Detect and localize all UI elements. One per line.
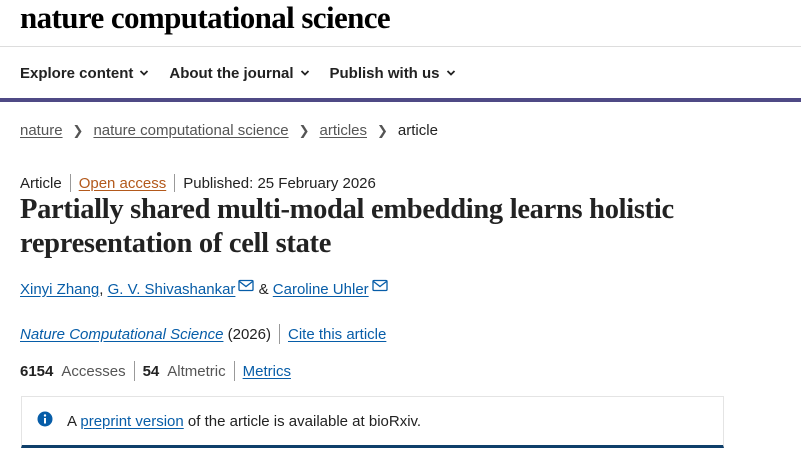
divider xyxy=(233,361,235,381)
notice-suffix: of the article is available at bioRxiv. xyxy=(187,413,422,430)
journal-link[interactable]: Nature Computational Science xyxy=(20,326,223,343)
chevron-right-icon: ❯ xyxy=(377,122,388,138)
publication-year: (2026) xyxy=(227,325,271,343)
citation-row: Nature Computational Science (2026) Cite… xyxy=(20,324,386,344)
divider xyxy=(174,174,176,192)
cite-article-link[interactable]: Cite this article xyxy=(288,326,386,343)
header-divider xyxy=(0,46,801,47)
author-separator: , xyxy=(99,281,104,298)
mail-icon[interactable] xyxy=(372,279,388,292)
open-access-link[interactable]: Open access xyxy=(79,175,167,192)
notice-prefix: A xyxy=(67,413,77,430)
nav-explore-content[interactable]: Explore content xyxy=(20,63,149,83)
accesses-count: 6154 xyxy=(20,362,54,380)
breadcrumb: nature ❯ nature computational science ❯ … xyxy=(20,122,438,139)
nav-about-journal[interactable]: About the journal xyxy=(169,63,309,83)
chevron-right-icon: ❯ xyxy=(298,122,310,138)
divider xyxy=(133,361,135,381)
article-type: Article xyxy=(20,174,62,192)
mail-icon[interactable] xyxy=(238,279,255,292)
accesses-label: Accesses xyxy=(61,362,126,380)
accent-bar xyxy=(0,98,801,102)
chevron-down-icon xyxy=(140,70,149,76)
altmetric-label: Altmetric xyxy=(167,362,226,380)
article-meta: Article Open access Published: 25 Februa… xyxy=(20,174,376,192)
published-date: Published: 25 February 2026 xyxy=(183,174,376,192)
author-link[interactable]: G. V. Shivashankar xyxy=(108,281,236,298)
nav-publish-with-us[interactable]: Publish with us xyxy=(330,63,456,83)
metrics-link[interactable]: Metrics xyxy=(243,363,291,380)
author-list: Xinyi Zhang, G. V. Shivashankar & Caroli… xyxy=(20,279,388,298)
nav-label: Publish with us xyxy=(329,64,440,82)
chevron-down-icon xyxy=(300,70,309,76)
breadcrumb-journal[interactable]: nature computational science xyxy=(93,122,288,139)
breadcrumb-articles[interactable]: articles xyxy=(319,122,367,139)
chevron-right-icon: ❯ xyxy=(72,122,84,138)
divider xyxy=(69,174,71,192)
info-icon xyxy=(37,411,53,427)
preprint-link[interactable]: preprint version xyxy=(80,413,183,430)
nav-label: Explore content xyxy=(20,64,134,82)
preprint-notice: A preprint version of the article is ava… xyxy=(21,396,724,448)
author-separator: & xyxy=(258,281,269,298)
main-nav: Explore content About the journal Publis… xyxy=(20,63,476,83)
breadcrumb-nature[interactable]: nature xyxy=(20,122,63,139)
divider xyxy=(278,324,280,344)
article-title: Partially shared multi-modal embedding l… xyxy=(20,194,674,259)
breadcrumb-current: article xyxy=(397,122,438,139)
chevron-down-icon xyxy=(446,70,455,76)
metrics-row: 6154 Accesses 54 Altmetric Metrics xyxy=(20,361,291,381)
site-logo[interactable]: nature computational science xyxy=(20,0,391,36)
author-link[interactable]: Caroline Uhler xyxy=(273,281,369,298)
notice-text: A preprint version of the article is ava… xyxy=(67,413,421,430)
nav-label: About the journal xyxy=(169,64,294,82)
altmetric-count: 54 xyxy=(142,362,160,380)
author-link[interactable]: Xinyi Zhang xyxy=(20,281,99,298)
